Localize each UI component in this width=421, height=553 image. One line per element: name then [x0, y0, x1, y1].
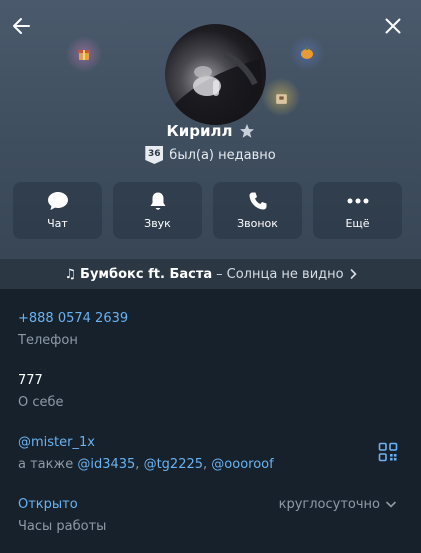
gift-icon — [78, 50, 90, 60]
more-button[interactable]: Ещё — [313, 182, 402, 239]
bio-row[interactable]: 777 О себе — [18, 373, 398, 410]
phone-row[interactable]: +888 0574 2639 Телефон — [18, 311, 398, 348]
also-prefix: а также — [18, 457, 74, 472]
back-button[interactable] — [8, 12, 36, 40]
profile-header: Кирилл 36 был(а) недавно Чат Звук Звонок… — [0, 0, 421, 259]
also-username[interactable]: @id3435 — [77, 457, 135, 472]
gift-icon — [275, 93, 287, 104]
also-usernames: а также @id3435, @tg2225, @oooroof — [18, 457, 274, 472]
phone-icon — [249, 192, 266, 210]
chat-button-label: Чат — [47, 217, 68, 230]
chevron-down-icon — [386, 501, 396, 508]
star-icon[interactable] — [239, 123, 255, 139]
chat-button[interactable]: Чат — [13, 182, 102, 239]
gift-sticker[interactable] — [290, 36, 324, 70]
username-row[interactable]: @mister_1x а также @id3435, @tg2225, @oo… — [18, 435, 398, 472]
profile-name: Кирилл — [166, 122, 233, 140]
hours-dropdown[interactable]: круглосуточно — [279, 497, 396, 512]
last-seen-status: был(а) недавно — [169, 147, 276, 163]
also-username[interactable]: @tg2225 — [144, 457, 203, 472]
level-badge[interactable]: 36 — [145, 146, 164, 164]
profile-music-bar[interactable]: ♫ Бумбокс ft. Баста – Солнца не видно — [0, 259, 421, 289]
music-title: Солнца не видно — [226, 266, 344, 282]
bell-icon — [150, 192, 165, 210]
pumpkin-icon — [301, 47, 313, 59]
business-hours-row[interactable]: Открыто Часы работы круглосуточно — [18, 497, 398, 534]
music-artist: Бумбокс ft. Баста — [80, 266, 213, 282]
call-button[interactable]: Звонок — [213, 182, 302, 239]
chat-bubble-icon — [47, 192, 68, 210]
avatar-photo — [165, 51, 266, 125]
more-dots-icon — [347, 198, 368, 204]
gift-sticker[interactable] — [66, 36, 102, 72]
profile-status-row: 36 был(а) недавно — [0, 144, 421, 166]
hours-label: Часы работы — [18, 519, 107, 534]
phone-number[interactable]: +888 0574 2639 — [18, 311, 398, 326]
also-username[interactable]: @oooroof — [211, 457, 273, 472]
username[interactable]: @mister_1x — [18, 435, 398, 450]
sound-button[interactable]: Звук — [113, 182, 202, 239]
call-button-label: Звонок — [237, 217, 278, 230]
sound-button-label: Звук — [144, 217, 171, 230]
avatar[interactable] — [165, 24, 266, 125]
phone-label: Телефон — [18, 333, 78, 348]
gift-sticker[interactable] — [262, 78, 300, 116]
qr-code-icon — [378, 442, 398, 462]
close-button[interactable] — [379, 12, 407, 40]
music-separator: – — [216, 266, 223, 282]
music-note-icon: ♫ — [64, 266, 77, 282]
bio-label: О себе — [18, 395, 64, 410]
action-buttons: Чат Звук Звонок Ещё — [13, 182, 408, 239]
close-icon — [385, 18, 401, 34]
chevron-right-icon — [350, 269, 357, 279]
hours-schedule: круглосуточно — [278, 497, 380, 512]
profile-name-row: Кирилл — [0, 120, 421, 142]
bio-text: 777 — [18, 373, 43, 388]
arrow-left-icon — [13, 18, 30, 34]
more-button-label: Ещё — [345, 217, 370, 230]
qr-code-button[interactable] — [378, 442, 398, 462]
